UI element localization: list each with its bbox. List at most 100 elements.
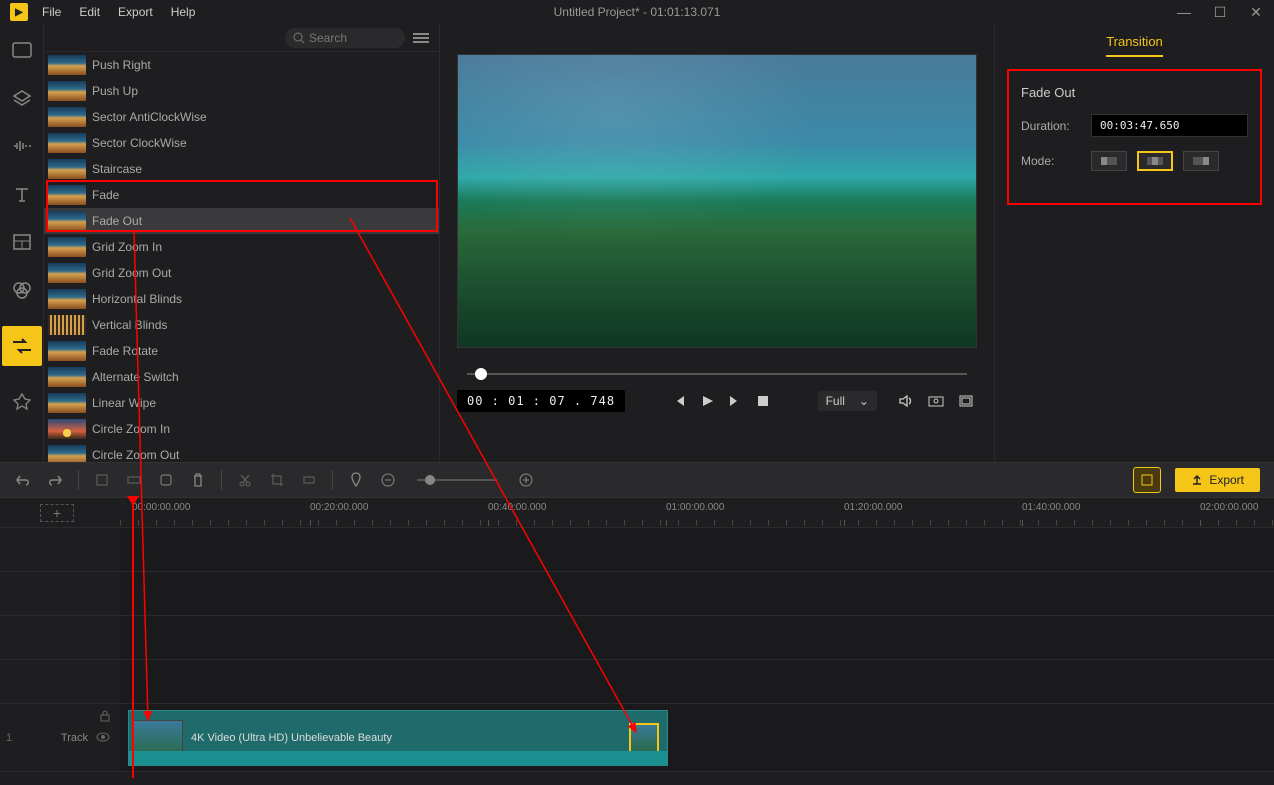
redo-button[interactable] — [46, 471, 64, 489]
track-label: Track — [61, 732, 88, 744]
transition-thumbnail — [48, 81, 86, 101]
list-view-toggle[interactable] — [413, 33, 429, 43]
transition-item[interactable]: Sector ClockWise — [44, 130, 439, 156]
menu-file[interactable]: File — [42, 5, 61, 19]
transition-thumbnail — [48, 419, 86, 439]
preview-quality-select[interactable]: Full⌄ — [818, 391, 877, 411]
rail-elements-icon[interactable] — [10, 390, 34, 414]
tab-transition[interactable]: Transition — [1106, 34, 1163, 57]
export-settings-icon[interactable] — [1133, 467, 1161, 493]
mode-postfix-button[interactable] — [1183, 151, 1219, 171]
tool-3-icon[interactable] — [157, 471, 175, 489]
close-button[interactable]: ✕ — [1248, 4, 1264, 21]
zoom-slider[interactable] — [417, 479, 497, 481]
rail-text-icon[interactable] — [10, 182, 34, 206]
tool-2-icon[interactable] — [125, 471, 143, 489]
snapshot-icon[interactable] — [925, 390, 947, 412]
timeline-toolbar: Export — [0, 462, 1274, 498]
transition-thumbnail — [48, 393, 86, 413]
delete-button[interactable] — [189, 471, 207, 489]
rail-media-icon[interactable] — [10, 38, 34, 62]
transition-item[interactable]: Circle Zoom Out — [44, 442, 439, 462]
add-track-button[interactable]: + — [40, 504, 74, 522]
volume-icon[interactable] — [895, 390, 917, 412]
transition-item[interactable]: Linear Wipe — [44, 390, 439, 416]
timeline-ruler[interactable]: + 00:00:00.00000:20:00.00000:40:00.00001… — [0, 498, 1274, 528]
tool-1-icon[interactable] — [93, 471, 111, 489]
export-button[interactable]: Export — [1175, 468, 1260, 492]
transition-thumbnail — [48, 315, 86, 335]
transition-item[interactable]: Horizontal Blinds — [44, 286, 439, 312]
video-clip[interactable]: 4K Video (Ultra HD) Unbelievable Beauty — [128, 710, 668, 766]
transition-label: Vertical Blinds — [92, 318, 167, 332]
zoom-in-button[interactable] — [517, 471, 535, 489]
transition-item[interactable]: Push Right — [44, 52, 439, 78]
track-lock-icon[interactable] — [100, 710, 110, 725]
rail-filters-icon[interactable] — [10, 278, 34, 302]
search-icon — [293, 32, 305, 44]
window-title: Untitled Project* - 01:01:13.071 — [554, 5, 721, 19]
duration-input[interactable]: 00:03:47.650 — [1091, 114, 1248, 137]
search-input[interactable]: Search — [285, 28, 405, 48]
undo-button[interactable] — [14, 471, 32, 489]
video-preview[interactable] — [457, 54, 977, 348]
transitions-list[interactable]: Push Right Push Up Sector AntiClockWise Sec… — [44, 52, 439, 462]
transition-thumbnail — [48, 263, 86, 283]
rail-layers-icon[interactable] — [10, 86, 34, 110]
transition-thumbnail — [48, 237, 86, 257]
clip-label: 4K Video (Ultra HD) Unbelievable Beauty — [191, 732, 392, 744]
transition-label: Linear Wipe — [92, 396, 156, 410]
transition-label: Sector AntiClockWise — [92, 110, 207, 124]
timeline-playhead[interactable] — [132, 498, 134, 778]
menu-bar: File Edit Export Help — [42, 5, 195, 19]
transition-label: Fade — [92, 188, 119, 202]
ruler-tick: 00:20:00.000 — [310, 502, 368, 513]
timeline: + 00:00:00.00000:20:00.00000:40:00.00001… — [0, 498, 1274, 772]
transition-thumbnail — [48, 367, 86, 387]
transition-item[interactable]: Sector AntiClockWise — [44, 104, 439, 130]
menu-export[interactable]: Export — [118, 5, 153, 19]
next-frame-button[interactable] — [724, 390, 746, 412]
transition-item[interactable]: Vertical Blinds — [44, 312, 439, 338]
marker-icon[interactable] — [347, 471, 365, 489]
menu-help[interactable]: Help — [171, 5, 196, 19]
search-placeholder: Search — [309, 31, 347, 45]
fullscreen-icon[interactable] — [955, 390, 977, 412]
transition-item[interactable]: Push Up — [44, 78, 439, 104]
preview-panel: 00 : 01 : 07 . 748 Full⌄ — [440, 24, 994, 462]
transition-item[interactable]: Circle Zoom In — [44, 416, 439, 442]
stop-button[interactable] — [752, 390, 774, 412]
ruler-tick: 01:20:00.000 — [844, 502, 902, 513]
preview-timecode: 00 : 01 : 07 . 748 — [457, 390, 625, 412]
transition-item[interactable]: Staircase — [44, 156, 439, 182]
minimize-button[interactable]: — — [1176, 4, 1192, 21]
mode-overlap-button[interactable] — [1137, 151, 1173, 171]
ruler-tick: 00:00:00.000 — [132, 502, 190, 513]
zoom-out-button[interactable] — [379, 471, 397, 489]
transition-item[interactable]: Fade Out — [44, 208, 439, 234]
rail-audio-icon[interactable] — [10, 134, 34, 158]
rail-layout-icon[interactable] — [10, 230, 34, 254]
transition-item[interactable]: Fade Rotate — [44, 338, 439, 364]
transition-settings: Fade Out Duration: 00:03:47.650 Mode: — [1007, 69, 1262, 205]
maximize-button[interactable]: ☐ — [1212, 4, 1228, 21]
mode-prefix-button[interactable] — [1091, 151, 1127, 171]
tool-6-icon[interactable] — [300, 471, 318, 489]
prev-frame-button[interactable] — [668, 390, 690, 412]
track-visibility-icon[interactable] — [96, 731, 110, 745]
titlebar: ▶ File Edit Export Help Untitled Project… — [0, 0, 1274, 24]
preview-seekbar[interactable] — [467, 370, 967, 378]
duration-label: Duration: — [1021, 119, 1081, 133]
cut-button[interactable] — [236, 471, 254, 489]
crop-button[interactable] — [268, 471, 286, 489]
play-button[interactable] — [696, 390, 718, 412]
transition-item[interactable]: Alternate Switch — [44, 364, 439, 390]
rail-transitions-icon[interactable] — [2, 326, 42, 366]
menu-edit[interactable]: Edit — [79, 5, 100, 19]
transition-label: Push Right — [92, 58, 151, 72]
transition-thumbnail — [48, 185, 86, 205]
video-track: 1 Track 4K Video (Ultra HD) Unbelievable… — [0, 704, 1274, 772]
transition-item[interactable]: Grid Zoom In — [44, 234, 439, 260]
transition-item[interactable]: Grid Zoom Out — [44, 260, 439, 286]
transition-item[interactable]: Fade — [44, 182, 439, 208]
